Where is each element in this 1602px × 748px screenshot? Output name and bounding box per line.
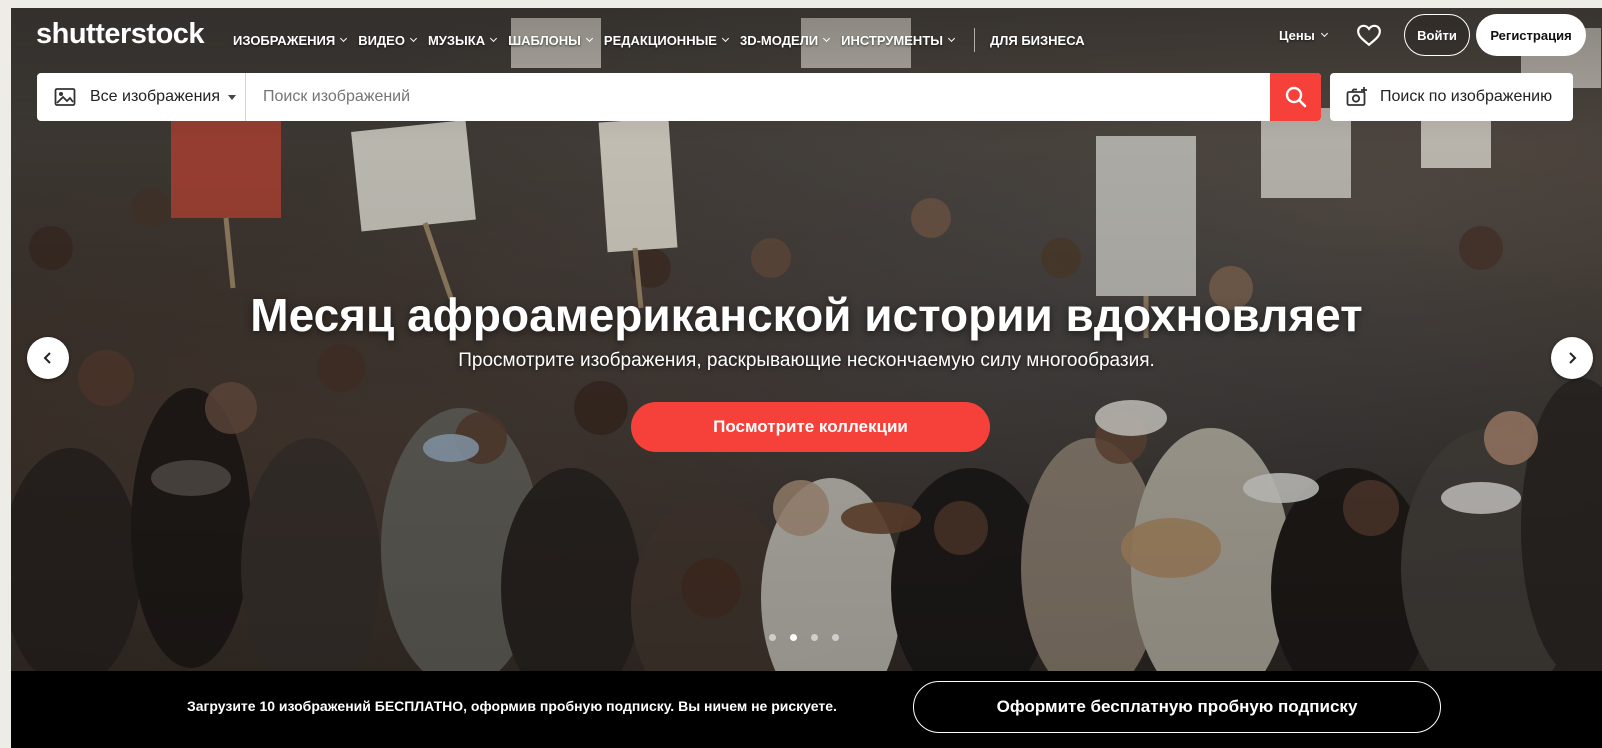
chevron-left-icon [43,352,51,364]
search-icon [1285,86,1306,108]
nav-item-label: 3D-МОДЕЛИ [739,32,819,48]
chevron-down-icon [409,34,418,42]
chevron-right-icon [1569,352,1577,364]
nav-item-label: МУЗЫКА [427,32,486,48]
image-icon [54,88,76,106]
chevron-down-icon [340,34,348,42]
nav-item-3d-models[interactable]: 3D-МОДЕЛИ [739,32,831,48]
main-menu: ИЗОБРАЖЕНИЯ ВИДЕО МУЗЫКА ШАБЛОНЫ РЕДАКЦИ… [233,28,1097,52]
hero-banner: shutterstock ИЗОБРАЖЕНИЯ ВИДЕО МУЗЫКА ША… [11,8,1602,671]
nav-item-business[interactable]: ДЛЯ БИЗНЕСА [990,33,1085,48]
view-collections-button[interactable]: Посмотрите коллекции [631,402,990,452]
carousel-dots [769,634,839,641]
nav-item-video[interactable]: ВИДЕО [358,32,418,48]
image-search-label: Поиск по изображению [1380,88,1553,105]
search-input[interactable] [246,73,1270,121]
chevron-down-icon [947,34,956,42]
chevron-down-icon [585,34,593,42]
signup-button[interactable]: Регистрация [1476,14,1586,56]
top-navigation: shutterstock ИЗОБРАЖЕНИЯ ВИДЕО МУЗЫКА ША… [11,8,1602,64]
nav-item-label: ИЗОБРАЖЕНИЯ [233,32,336,48]
nav-item-label: РЕДАКЦИОННЫЕ [603,32,717,48]
media-type-label: Все изображения [90,88,221,105]
hero-subtitle: Просмотрите изображения, раскрывающие не… [458,350,1155,371]
carousel-prev-button[interactable] [27,337,69,379]
hero-title: Месяц афроамериканской истории вдохновля… [250,289,1363,341]
carousel-dot-active[interactable] [790,634,797,641]
nav-item-label: ИНСТРУМЕНТЫ [841,32,943,48]
trial-promo-bar: Загрузите 10 изображений БЕСПЛАТНО, офор… [11,671,1602,748]
page: shutterstock ИЗОБРАЖЕНИЯ ВИДЕО МУЗЫКА ША… [11,8,1602,748]
carousel-next-button[interactable] [1551,337,1593,379]
pricing-label: Цены [1279,28,1315,43]
pricing-menu[interactable]: Цены [1279,28,1328,43]
chevron-down-icon [823,34,831,42]
nav-divider [974,28,975,52]
free-trial-button[interactable]: Оформите бесплатную пробную подписку [913,681,1441,733]
heart-icon[interactable] [1356,23,1382,47]
search-button[interactable] [1270,73,1321,121]
nav-item-label: ШАБЛОНЫ [508,32,581,48]
nav-item-label: ВИДЕО [358,32,405,48]
nav-item-templates[interactable]: ШАБЛОНЫ [508,32,593,48]
chevron-down-icon [721,34,730,42]
camera-plus-icon [1346,87,1367,106]
promo-text: Загрузите 10 изображений БЕСПЛАТНО, офор… [187,698,837,714]
shutterstock-logo[interactable]: shutterstock [36,18,205,51]
caret-down-icon [228,94,237,100]
carousel-dot[interactable] [811,634,818,641]
chevron-down-icon [490,34,498,42]
media-type-dropdown[interactable]: Все изображения [37,73,246,121]
nav-item-editorial[interactable]: РЕДАКЦИОННЫЕ [603,32,730,48]
search-bar: Все изображения [37,73,1321,121]
chevron-down-icon [1320,29,1328,38]
nav-item-tools[interactable]: ИНСТРУМЕНТЫ [841,32,956,48]
nav-item-images[interactable]: ИЗОБРАЖЕНИЯ [233,32,348,48]
login-button[interactable]: Войти [1404,14,1470,56]
image-search-button[interactable]: Поиск по изображению [1330,73,1573,121]
carousel-dot[interactable] [832,634,839,641]
nav-item-music[interactable]: МУЗЫКА [427,32,498,48]
carousel-dot[interactable] [769,634,776,641]
